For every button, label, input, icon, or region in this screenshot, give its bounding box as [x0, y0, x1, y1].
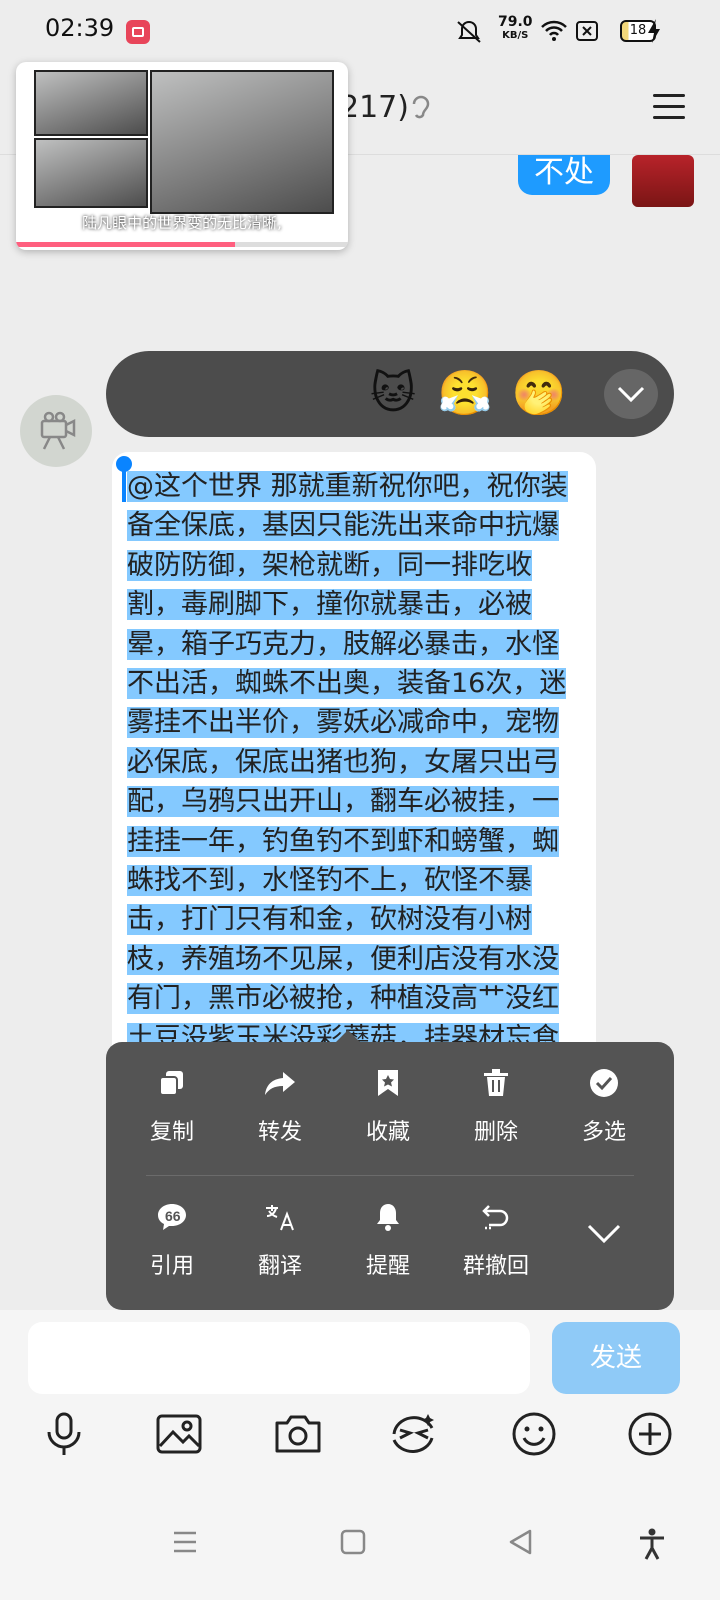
- mute-bell-icon: [457, 20, 481, 43]
- microphone-icon[interactable]: [38, 1408, 90, 1460]
- reaction-bar: 🐱 😤 🤭: [106, 351, 674, 437]
- check-circle-icon: [556, 1068, 652, 1108]
- screen-record-icon: [126, 20, 150, 44]
- message-context-menu: 复制 转发 收藏 删除 多选 66 引用 翻译 提醒 群撤回: [106, 1042, 674, 1310]
- delete-button[interactable]: 删除: [448, 1068, 544, 1146]
- speed-value: 79.0: [498, 14, 533, 30]
- image-icon[interactable]: [154, 1408, 206, 1460]
- favorite-button[interactable]: 收藏: [340, 1068, 436, 1146]
- svg-text:66: 66: [165, 1208, 181, 1224]
- add-icon[interactable]: [624, 1408, 676, 1460]
- reaction-emoji[interactable]: 🐱: [364, 365, 422, 423]
- emoji-icon[interactable]: [508, 1408, 560, 1460]
- translate-icon: [232, 1202, 328, 1242]
- reaction-emoji[interactable]: 🤭: [510, 365, 568, 423]
- group-recall-label: 群撤回: [462, 1254, 529, 1279]
- video-progress-fill: [16, 242, 236, 247]
- copy-label: 复制: [149, 1120, 194, 1145]
- system-nav-bar: [0, 1506, 720, 1600]
- wifi-icon: [541, 20, 567, 41]
- copy-button[interactable]: 复制: [124, 1068, 220, 1146]
- delete-label: 删除: [473, 1120, 518, 1145]
- undo-icon: [448, 1202, 544, 1242]
- menu-nav-icon[interactable]: [172, 1528, 198, 1563]
- status-bar: 02:39 79.0 KB/S 18: [0, 0, 720, 64]
- multi-select-button[interactable]: 多选: [556, 1068, 652, 1146]
- avatar[interactable]: [20, 395, 92, 467]
- menu-divider: [146, 1175, 634, 1176]
- favorite-label: 收藏: [365, 1120, 410, 1145]
- multi-select-label: 多选: [581, 1120, 626, 1145]
- remind-button[interactable]: 提醒: [340, 1202, 436, 1280]
- comic-panel: [34, 70, 148, 136]
- chevron-down-icon: [556, 1217, 652, 1257]
- remind-label: 提醒: [365, 1254, 410, 1279]
- bell-icon: [340, 1202, 436, 1242]
- video-subtitle: 陆凡眼中的世界变的无比清晰,: [82, 214, 282, 232]
- translate-button[interactable]: 翻译: [232, 1202, 328, 1280]
- quote-icon: 66: [124, 1202, 220, 1242]
- send-button[interactable]: 发送: [552, 1322, 680, 1394]
- hamburger-icon[interactable]: [653, 94, 685, 120]
- quote-label: 引用: [149, 1254, 194, 1279]
- chevron-down-icon[interactable]: [604, 369, 658, 419]
- no-sim-icon: [576, 21, 598, 41]
- avatar[interactable]: [632, 155, 694, 207]
- earpiece-icon[interactable]: [410, 92, 432, 129]
- message-text[interactable]: @这个世界 那就重新祝你吧，祝你装备全保底，基因只能洗出来命中抗爆破防防御，架枪…: [127, 467, 569, 1098]
- sent-message-bubble[interactable]: 不处: [518, 155, 610, 195]
- sticker-face-icon[interactable]: [388, 1408, 440, 1460]
- forward-label: 转发: [257, 1120, 302, 1145]
- forward-icon: [232, 1068, 328, 1108]
- selected-text[interactable]: @这个世界 那就重新祝你吧，祝你装备全保底，基因只能洗出来命中抗爆破防防御，架枪…: [127, 471, 568, 1094]
- input-bar: 发送: [0, 1310, 720, 1506]
- network-speed: 79.0 KB/S: [498, 14, 533, 42]
- selection-start-bar: [122, 466, 126, 502]
- translate-label: 翻译: [257, 1254, 302, 1279]
- accessibility-icon[interactable]: [638, 1528, 666, 1568]
- copy-icon: [124, 1068, 220, 1108]
- message-input[interactable]: [28, 1322, 530, 1394]
- comic-panel: [150, 70, 334, 214]
- quote-button[interactable]: 66 引用: [124, 1202, 220, 1280]
- back-nav-icon[interactable]: [508, 1528, 534, 1563]
- camera-icon[interactable]: [272, 1408, 324, 1460]
- status-time: 02:39: [45, 14, 115, 42]
- speed-unit: KB/S: [502, 30, 529, 41]
- charging-icon: [648, 19, 660, 43]
- group-recall-button[interactable]: 群撤回: [448, 1202, 544, 1280]
- expand-menu-button[interactable]: [556, 1217, 652, 1257]
- reaction-emoji[interactable]: 😤: [436, 365, 494, 423]
- bookmark-icon: [340, 1068, 436, 1108]
- trash-icon: [448, 1068, 544, 1108]
- menu-pointer: [336, 1030, 360, 1042]
- comic-panel: [34, 138, 148, 208]
- chat-title[interactable]: 217): [340, 90, 409, 125]
- home-nav-icon[interactable]: [340, 1528, 366, 1563]
- floating-video-player[interactable]: 陆凡眼中的世界变的无比清晰,: [16, 62, 348, 250]
- forward-button[interactable]: 转发: [232, 1068, 328, 1146]
